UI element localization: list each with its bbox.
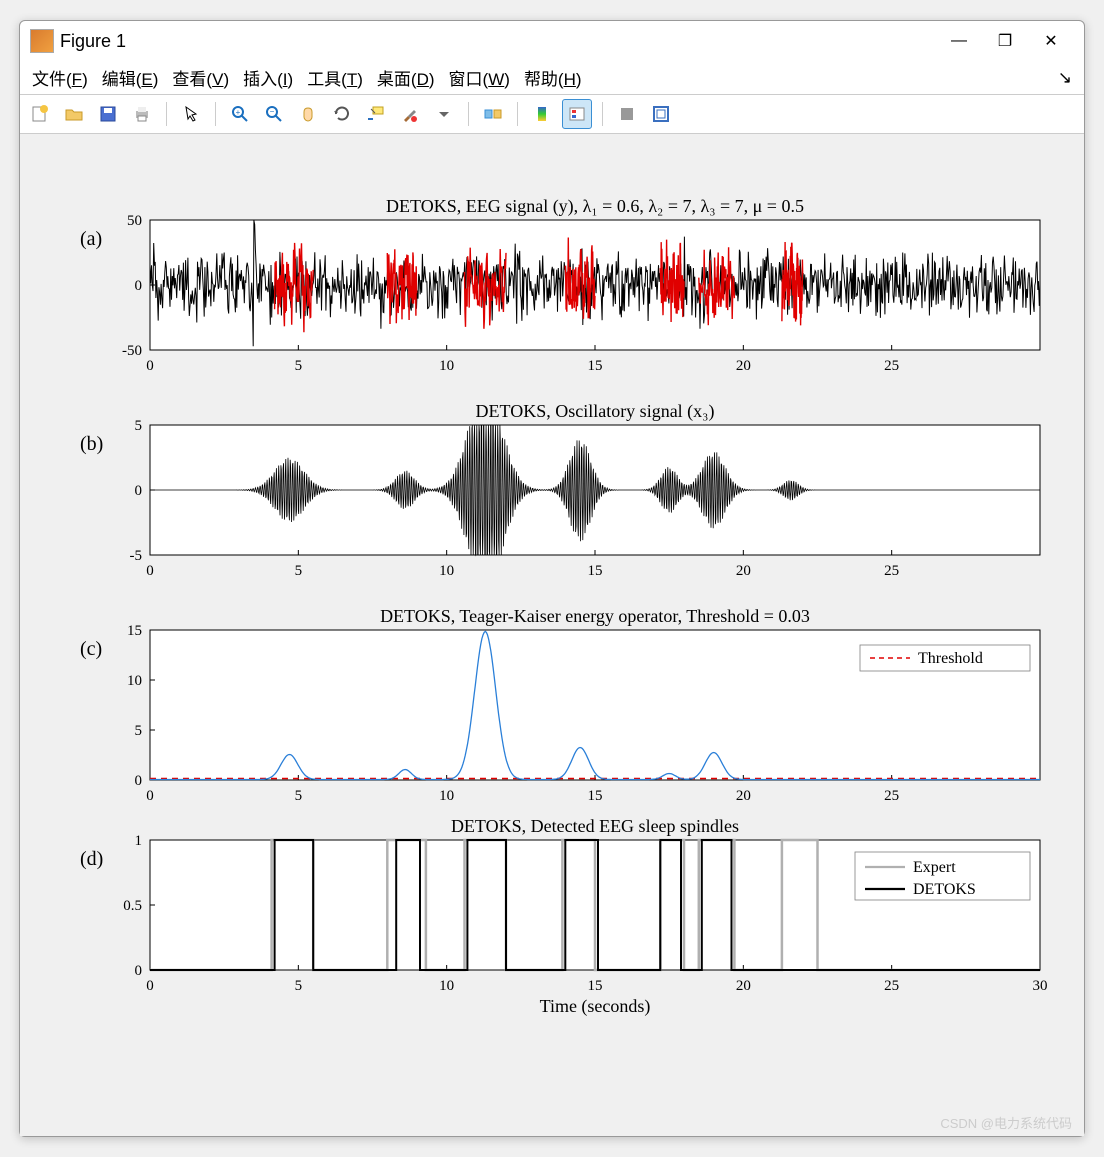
menubar: 文件(F) 编辑(E) 查看(V) 插入(I) 工具(T) 桌面(D) 窗口(W… xyxy=(20,61,1084,95)
pointer-icon[interactable] xyxy=(177,100,205,128)
svg-text:15: 15 xyxy=(588,563,603,579)
svg-text:15: 15 xyxy=(588,978,603,994)
svg-text:10: 10 xyxy=(127,673,142,689)
menu-view[interactable]: 查看(V) xyxy=(172,65,229,90)
svg-text:20: 20 xyxy=(736,788,751,804)
svg-text:0: 0 xyxy=(135,773,143,789)
toolbar: + − xyxy=(20,95,1084,134)
svg-text:15: 15 xyxy=(588,788,603,804)
svg-text:(c): (c) xyxy=(80,638,102,660)
zoom-out-icon[interactable]: − xyxy=(260,100,288,128)
svg-text:50: 50 xyxy=(127,213,142,229)
svg-text:25: 25 xyxy=(884,358,899,374)
pan-icon[interactable] xyxy=(294,100,322,128)
svg-text:(d): (d) xyxy=(80,848,103,870)
svg-text:30: 30 xyxy=(1033,978,1048,994)
svg-text:0: 0 xyxy=(135,483,143,499)
svg-text:0: 0 xyxy=(135,278,143,294)
svg-text:25: 25 xyxy=(884,563,899,579)
menu-window[interactable]: 窗口(W) xyxy=(449,65,510,90)
svg-text:+: + xyxy=(236,108,241,117)
svg-text:5: 5 xyxy=(295,978,303,994)
svg-text:10: 10 xyxy=(439,978,454,994)
svg-text:5: 5 xyxy=(135,723,143,739)
menu-insert[interactable]: 插入(I) xyxy=(243,65,293,90)
svg-text:5: 5 xyxy=(295,788,303,804)
save-icon[interactable] xyxy=(94,100,122,128)
titlebar[interactable]: Figure 1 — ❐ ✕ xyxy=(20,21,1084,61)
svg-text:-50: -50 xyxy=(122,343,142,359)
svg-text:Expert: Expert xyxy=(913,859,956,876)
svg-text:20: 20 xyxy=(736,563,751,579)
svg-text:Time (seconds): Time (seconds) xyxy=(540,996,651,1017)
legend-icon[interactable] xyxy=(562,99,592,129)
menu-edit[interactable]: 编辑(E) xyxy=(102,65,159,90)
svg-text:10: 10 xyxy=(439,788,454,804)
rotate-icon[interactable] xyxy=(328,100,356,128)
print-icon[interactable] xyxy=(128,100,156,128)
svg-text:20: 20 xyxy=(736,978,751,994)
open-icon[interactable] xyxy=(60,100,88,128)
menu-tools[interactable]: 工具(T) xyxy=(307,65,363,90)
menu-desktop[interactable]: 桌面(D) xyxy=(377,65,435,90)
svg-text:DETOKS, Teager-Kaiser energy o: DETOKS, Teager-Kaiser energy operator, T… xyxy=(380,606,810,626)
svg-text:20: 20 xyxy=(736,358,751,374)
layout-icon[interactable] xyxy=(647,100,675,128)
menu-help[interactable]: 帮助(H) xyxy=(524,65,582,90)
svg-text:-5: -5 xyxy=(130,548,143,564)
svg-text:Threshold: Threshold xyxy=(918,650,983,667)
matlab-icon xyxy=(30,29,54,53)
svg-text:(a): (a) xyxy=(80,228,102,250)
svg-text:0: 0 xyxy=(146,563,154,579)
svg-text:DETOKS, Oscillatory signal (x₃: DETOKS, Oscillatory signal (x₃) xyxy=(476,401,715,422)
watermark: CSDN @电力系统代码 xyxy=(940,1113,1072,1132)
svg-text:0.5: 0.5 xyxy=(123,898,142,914)
link-icon[interactable] xyxy=(479,100,507,128)
figure-area: DETOKS, EEG signal (y), λ₁ = 0.6, λ₂ = 7… xyxy=(20,134,1084,1136)
svg-text:10: 10 xyxy=(439,563,454,579)
svg-text:0: 0 xyxy=(146,788,154,804)
svg-text:DETOKS, EEG signal (y), λ₁ = 0: DETOKS, EEG signal (y), λ₁ = 0.6, λ₂ = 7… xyxy=(386,196,804,217)
svg-text:(b): (b) xyxy=(80,433,103,455)
minimize-button[interactable]: — xyxy=(936,26,982,56)
dropdown-icon[interactable] xyxy=(430,100,458,128)
svg-text:1: 1 xyxy=(135,833,143,849)
svg-text:0: 0 xyxy=(146,978,154,994)
hide-tools-icon[interactable] xyxy=(613,100,641,128)
svg-text:0: 0 xyxy=(146,358,154,374)
svg-text:15: 15 xyxy=(127,623,142,639)
svg-text:DETOKS: DETOKS xyxy=(913,881,976,898)
undock-icon[interactable]: ↘ xyxy=(1058,68,1072,88)
close-button[interactable]: ✕ xyxy=(1028,26,1074,56)
svg-text:5: 5 xyxy=(295,563,303,579)
colorbar-icon[interactable] xyxy=(528,100,556,128)
svg-text:25: 25 xyxy=(884,788,899,804)
datatip-icon[interactable] xyxy=(362,100,390,128)
menu-file[interactable]: 文件(F) xyxy=(32,65,88,90)
svg-text:DETOKS, Detected EEG sleep spi: DETOKS, Detected EEG sleep spindles xyxy=(451,816,739,836)
window-title: Figure 1 xyxy=(60,31,936,52)
svg-text:5: 5 xyxy=(295,358,303,374)
svg-text:15: 15 xyxy=(588,358,603,374)
svg-text:25: 25 xyxy=(884,978,899,994)
restore-button[interactable]: ❐ xyxy=(982,26,1028,56)
brush-icon[interactable] xyxy=(396,100,424,128)
zoom-in-icon[interactable]: + xyxy=(226,100,254,128)
svg-text:10: 10 xyxy=(439,358,454,374)
new-figure-icon[interactable] xyxy=(26,100,54,128)
svg-text:5: 5 xyxy=(135,418,143,434)
figure-window: Figure 1 — ❐ ✕ 文件(F) 编辑(E) 查看(V) 插入(I) 工… xyxy=(19,20,1085,1137)
svg-text:0: 0 xyxy=(135,963,143,979)
svg-text:−: − xyxy=(270,107,275,116)
